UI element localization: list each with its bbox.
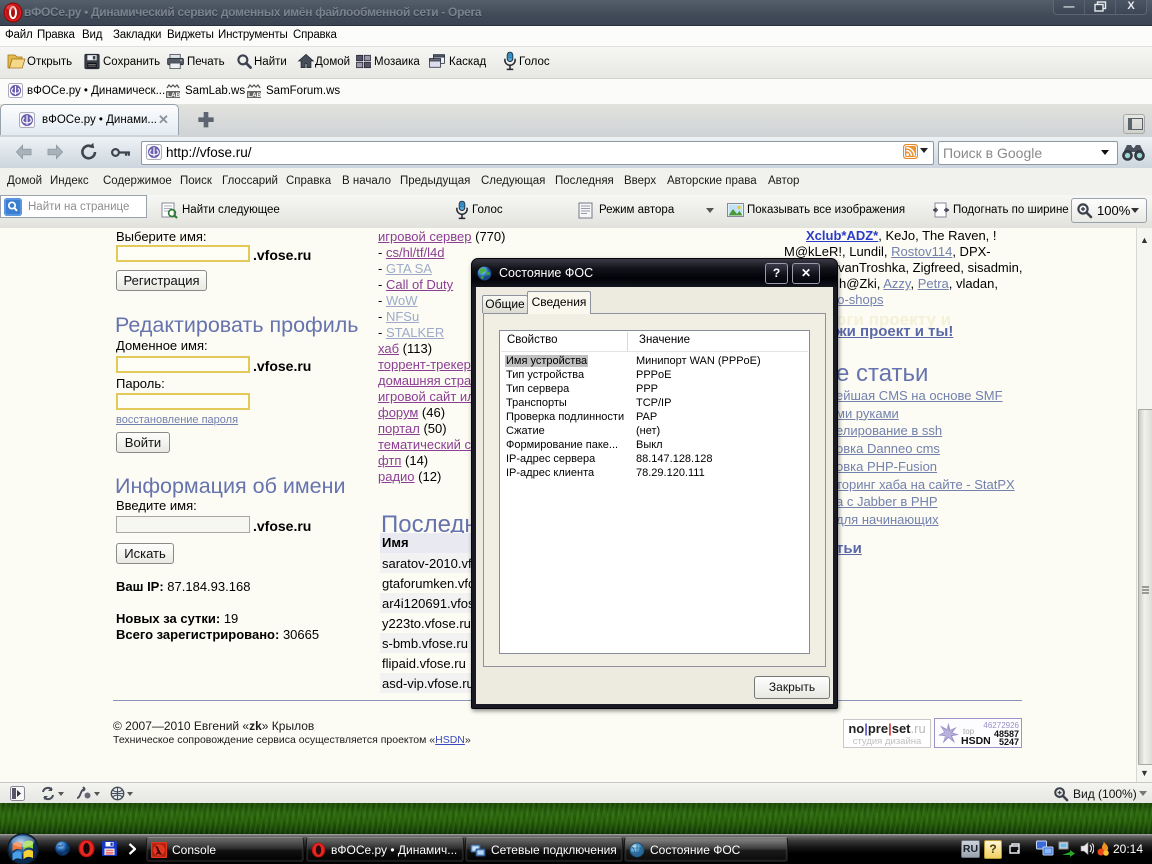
svg-text:LAB: LAB bbox=[167, 92, 181, 99]
svg-text:LAB: LAB bbox=[248, 92, 262, 99]
